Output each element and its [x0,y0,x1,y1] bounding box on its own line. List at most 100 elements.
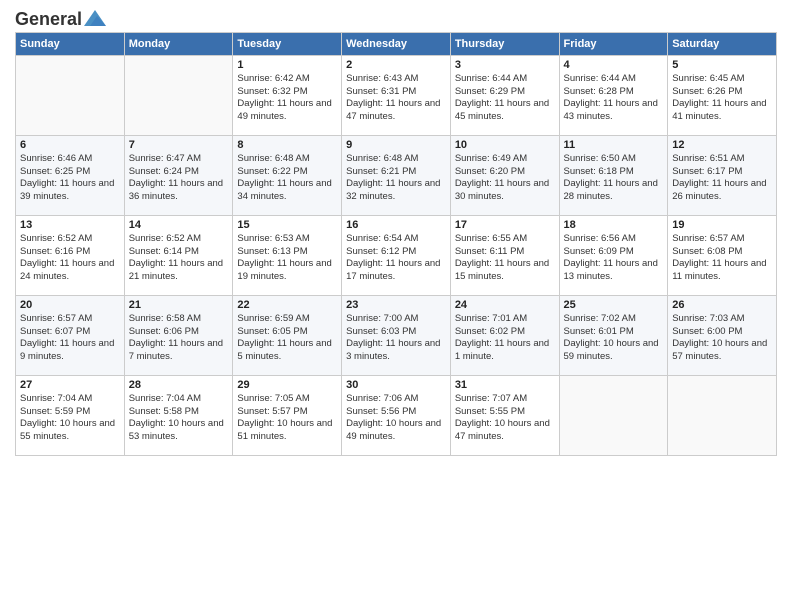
header: General [15,10,777,26]
day-cell: 2Sunrise: 6:43 AM Sunset: 6:31 PM Daylig… [342,55,451,135]
day-cell: 29Sunrise: 7:05 AM Sunset: 5:57 PM Dayli… [233,375,342,455]
day-cell: 5 Sunrise: 6:45 AM Sunset: 6:26 PM Daylig… [668,55,777,135]
logo-general-text: General [15,10,82,30]
day-cell: 9 Sunrise: 6:48 AM Sunset: 6:21 PM Daylig… [342,135,451,215]
weekday-header-saturday: Saturday [668,32,777,55]
day-cell: 20 Sunrise: 6:57 AM Sunset: 6:07 PM Dayli… [16,295,125,375]
day-cell: 14 Sunrise: 6:52 AM Sunset: 6:14 PM Dayli… [124,215,233,295]
day-detail: Sunrise: 6:51 AM Sunset: 6:17 PM Dayligh… [672,153,772,204]
day-number: 23 [346,299,446,311]
day-number: 25 [564,299,664,311]
day-number: 16 [346,219,446,231]
day-cell: 23 Sunrise: 7:00 AM Sunset: 6:03 PM Dayli… [342,295,451,375]
day-detail: Sunrise: 7:01 AM Sunset: 6:02 PM Dayligh… [455,313,555,364]
day-number: 12 [672,139,772,151]
day-cell: 22Sunrise: 6:59 AM Sunset: 6:05 PM Dayli… [233,295,342,375]
day-number: 30 [346,379,446,391]
day-cell: 4 Sunrise: 6:44 AM Sunset: 6:28 PM Daylig… [559,55,668,135]
week-row-3: 13Sunrise: 6:52 AM Sunset: 6:16 PM Dayli… [16,215,777,295]
day-detail: Sunrise: 6:57 AM Sunset: 6:08 PM Dayligh… [672,233,772,284]
day-detail: Sunrise: 7:00 AM Sunset: 6:03 PM Dayligh… [346,313,446,364]
day-cell: 7Sunrise: 6:47 AM Sunset: 6:24 PM Daylig… [124,135,233,215]
day-cell: 25 Sunrise: 7:02 AM Sunset: 6:01 PM Dayli… [559,295,668,375]
logo-icon [84,10,106,26]
week-row-5: 27 Sunrise: 7:04 AM Sunset: 5:59 PM Dayli… [16,375,777,455]
day-detail: Sunrise: 7:02 AM Sunset: 6:01 PM Dayligh… [564,313,664,364]
day-cell [16,55,125,135]
day-detail: Sunrise: 6:49 AM Sunset: 6:20 PM Dayligh… [455,153,555,204]
day-detail: Sunrise: 6:52 AM Sunset: 6:14 PM Dayligh… [129,233,229,284]
day-detail: Sunrise: 7:03 AM Sunset: 6:00 PM Dayligh… [672,313,772,364]
day-detail: Sunrise: 6:57 AM Sunset: 6:07 PM Dayligh… [20,313,120,364]
day-number: 20 [20,299,120,311]
day-number: 21 [129,299,229,311]
day-detail: Sunrise: 7:07 AM Sunset: 5:55 PM Dayligh… [455,393,555,444]
day-detail: Sunrise: 6:55 AM Sunset: 6:11 PM Dayligh… [455,233,555,284]
day-detail: Sunrise: 7:06 AM Sunset: 5:56 PM Dayligh… [346,393,446,444]
day-cell [124,55,233,135]
day-cell: 3 Sunrise: 6:44 AM Sunset: 6:29 PM Daylig… [450,55,559,135]
day-cell: 19 Sunrise: 6:57 AM Sunset: 6:08 PM Dayli… [668,215,777,295]
day-number: 14 [129,219,229,231]
day-cell: 26 Sunrise: 7:03 AM Sunset: 6:00 PM Dayli… [668,295,777,375]
week-row-4: 20 Sunrise: 6:57 AM Sunset: 6:07 PM Dayli… [16,295,777,375]
day-detail: Sunrise: 7:04 AM Sunset: 5:59 PM Dayligh… [20,393,120,444]
day-number: 5 [672,59,772,71]
day-detail: Sunrise: 6:50 AM Sunset: 6:18 PM Dayligh… [564,153,664,204]
week-row-2: 6 Sunrise: 6:46 AM Sunset: 6:25 PM Daylig… [16,135,777,215]
day-number: 22 [237,299,337,311]
day-cell: 27 Sunrise: 7:04 AM Sunset: 5:59 PM Dayli… [16,375,125,455]
day-cell: 21Sunrise: 6:58 AM Sunset: 6:06 PM Dayli… [124,295,233,375]
day-number: 26 [672,299,772,311]
day-detail: Sunrise: 7:04 AM Sunset: 5:58 PM Dayligh… [129,393,229,444]
day-number: 15 [237,219,337,231]
day-cell: 30 Sunrise: 7:06 AM Sunset: 5:56 PM Dayli… [342,375,451,455]
day-number: 17 [455,219,555,231]
day-cell: 1 Sunrise: 6:42 AM Sunset: 6:32 PM Daylig… [233,55,342,135]
weekday-header-friday: Friday [559,32,668,55]
day-cell: 18Sunrise: 6:56 AM Sunset: 6:09 PM Dayli… [559,215,668,295]
day-number: 9 [346,139,446,151]
day-cell: 28 Sunrise: 7:04 AM Sunset: 5:58 PM Dayli… [124,375,233,455]
day-detail: Sunrise: 6:54 AM Sunset: 6:12 PM Dayligh… [346,233,446,284]
weekday-header-thursday: Thursday [450,32,559,55]
day-number: 31 [455,379,555,391]
weekday-header-monday: Monday [124,32,233,55]
day-cell: 31 Sunrise: 7:07 AM Sunset: 5:55 PM Dayli… [450,375,559,455]
day-detail: Sunrise: 6:48 AM Sunset: 6:21 PM Dayligh… [346,153,446,204]
day-cell: 11 Sunrise: 6:50 AM Sunset: 6:18 PM Dayli… [559,135,668,215]
day-cell: 12 Sunrise: 6:51 AM Sunset: 6:17 PM Dayli… [668,135,777,215]
day-number: 6 [20,139,120,151]
day-detail: Sunrise: 6:45 AM Sunset: 6:26 PM Dayligh… [672,73,772,124]
day-detail: Sunrise: 6:53 AM Sunset: 6:13 PM Dayligh… [237,233,337,284]
day-detail: Sunrise: 6:46 AM Sunset: 6:25 PM Dayligh… [20,153,120,204]
day-number: 28 [129,379,229,391]
day-detail: Sunrise: 6:44 AM Sunset: 6:29 PM Dayligh… [455,73,555,124]
logo: General [15,10,106,26]
day-cell [559,375,668,455]
weekday-header-wednesday: Wednesday [342,32,451,55]
day-number: 8 [237,139,337,151]
day-detail: Sunrise: 6:56 AM Sunset: 6:09 PM Dayligh… [564,233,664,284]
day-detail: Sunrise: 6:48 AM Sunset: 6:22 PM Dayligh… [237,153,337,204]
day-cell [668,375,777,455]
day-number: 19 [672,219,772,231]
day-number: 10 [455,139,555,151]
day-number: 27 [20,379,120,391]
week-row-1: 1 Sunrise: 6:42 AM Sunset: 6:32 PM Daylig… [16,55,777,135]
day-cell: 13Sunrise: 6:52 AM Sunset: 6:16 PM Dayli… [16,215,125,295]
day-cell: 6 Sunrise: 6:46 AM Sunset: 6:25 PM Daylig… [16,135,125,215]
day-cell: 24Sunrise: 7:01 AM Sunset: 6:02 PM Dayli… [450,295,559,375]
day-number: 1 [237,59,337,71]
day-detail: Sunrise: 6:52 AM Sunset: 6:16 PM Dayligh… [20,233,120,284]
day-number: 7 [129,139,229,151]
day-number: 11 [564,139,664,151]
day-number: 4 [564,59,664,71]
day-number: 3 [455,59,555,71]
day-number: 2 [346,59,446,71]
day-cell: 10 Sunrise: 6:49 AM Sunset: 6:20 PM Dayli… [450,135,559,215]
day-detail: Sunrise: 6:42 AM Sunset: 6:32 PM Dayligh… [237,73,337,124]
calendar-table: SundayMondayTuesdayWednesdayThursdayFrid… [15,32,777,456]
day-cell: 17 Sunrise: 6:55 AM Sunset: 6:11 PM Dayli… [450,215,559,295]
day-detail: Sunrise: 6:44 AM Sunset: 6:28 PM Dayligh… [564,73,664,124]
